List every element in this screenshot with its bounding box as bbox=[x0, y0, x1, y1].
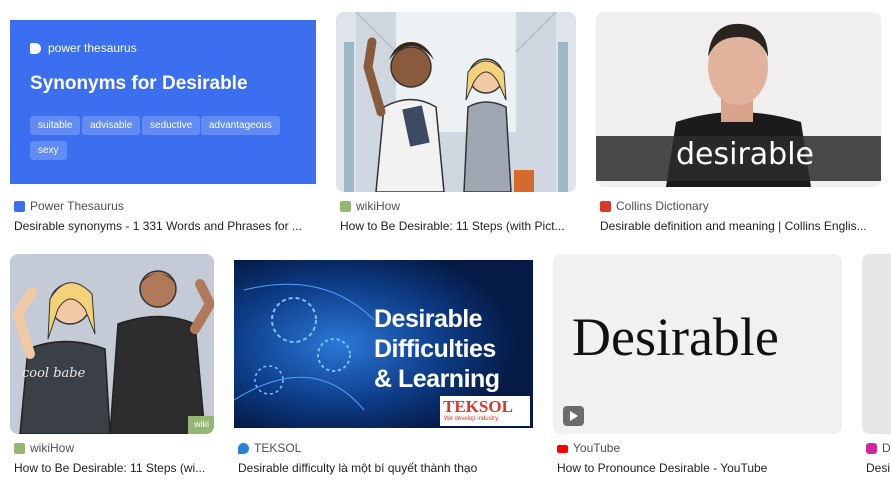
source-name: Collins Dictionary bbox=[616, 199, 709, 213]
source-name: YouTube bbox=[573, 441, 621, 455]
result-thumbnail[interactable]: Desirable Difficulties & Learning TEKSOL… bbox=[234, 260, 533, 428]
result-source: Collins Dictionary bbox=[600, 199, 709, 213]
power-thesaurus-favicon-icon bbox=[14, 200, 25, 212]
thumb-heading: Synonyms for Desirable bbox=[30, 73, 248, 94]
result-thumbnail[interactable] bbox=[336, 12, 576, 192]
thumb-line-1: Desirable bbox=[374, 305, 483, 333]
power-thesaurus-logo-icon bbox=[30, 43, 41, 54]
play-video-icon[interactable] bbox=[563, 406, 584, 426]
source-name: TEKSOL bbox=[254, 441, 302, 455]
teksol-tagline: We develop industry bbox=[444, 416, 499, 422]
wikihow-favicon-icon bbox=[14, 442, 25, 454]
synonym-chip: seductive bbox=[142, 116, 201, 135]
result-title-link[interactable]: How to Pronounce Desirable - YouTube bbox=[557, 461, 842, 475]
teksol-logo-text: TEKSOL bbox=[443, 397, 513, 416]
shirt-text: cool babe bbox=[22, 366, 86, 381]
two-women-walking-illustration bbox=[336, 12, 576, 192]
result-source: YouTube bbox=[557, 441, 620, 455]
synonym-chip: sexy bbox=[30, 141, 67, 160]
result-source: TEKSOL bbox=[238, 441, 301, 455]
result-card-partial[interactable]: D Desi bbox=[862, 254, 891, 484]
wikihow-favicon-icon bbox=[340, 200, 351, 212]
couple-flexing-illustration bbox=[10, 254, 214, 434]
instagram-favicon-icon bbox=[866, 442, 877, 454]
result-title-link[interactable]: Desi bbox=[866, 461, 890, 475]
teksol-logo: TEKSOL We develop industry bbox=[440, 396, 530, 426]
thumb-word: Desirable bbox=[572, 307, 779, 367]
result-title-link[interactable]: Desirable definition and meaning | Colli… bbox=[600, 219, 881, 233]
result-thumbnail[interactable]: Desirable bbox=[553, 254, 842, 434]
synonym-chip: advisable bbox=[82, 116, 141, 135]
thumb-caption: desirable bbox=[676, 137, 815, 172]
result-title-link[interactable]: How to Be Desirable: 11 Steps (wi... bbox=[14, 461, 214, 475]
result-title-link[interactable]: Desirable difficulty là một bí quyết thà… bbox=[238, 461, 533, 475]
source-name: wikiHow bbox=[30, 441, 75, 455]
source-name: wikiHow bbox=[356, 199, 401, 213]
result-thumbnail[interactable]: cool babe wiki bbox=[10, 254, 214, 434]
synonym-chip: suitable bbox=[30, 116, 81, 135]
synonym-chip: advantageous bbox=[201, 116, 280, 135]
result-source: wikiHow bbox=[14, 441, 74, 455]
thumb-line-3: & Learning bbox=[374, 365, 500, 393]
result-source: Power Thesaurus bbox=[14, 199, 124, 213]
source-name: Power Thesaurus bbox=[30, 199, 124, 213]
youtube-favicon-icon bbox=[557, 444, 568, 453]
wikihow-corner-mark: wiki bbox=[194, 419, 209, 429]
result-title-link[interactable]: Desirable synonyms - 1 331 Words and Phr… bbox=[14, 219, 314, 233]
thumb-line-2: Difficulties bbox=[374, 335, 496, 363]
result-thumbnail[interactable]: power thesaurus Synonyms for Desirable s… bbox=[10, 20, 316, 184]
teksol-favicon-icon bbox=[238, 442, 249, 454]
source-name: D bbox=[882, 441, 891, 455]
result-title-link[interactable]: How to Be Desirable: 11 Steps (with Pict… bbox=[340, 219, 576, 233]
result-source: D bbox=[866, 441, 891, 455]
collins-favicon-icon bbox=[600, 200, 611, 212]
thumb-brand: power thesaurus bbox=[48, 41, 137, 55]
result-thumbnail[interactable]: desirable bbox=[596, 12, 881, 187]
result-source: wikiHow bbox=[340, 199, 400, 213]
result-thumbnail[interactable] bbox=[862, 254, 891, 434]
